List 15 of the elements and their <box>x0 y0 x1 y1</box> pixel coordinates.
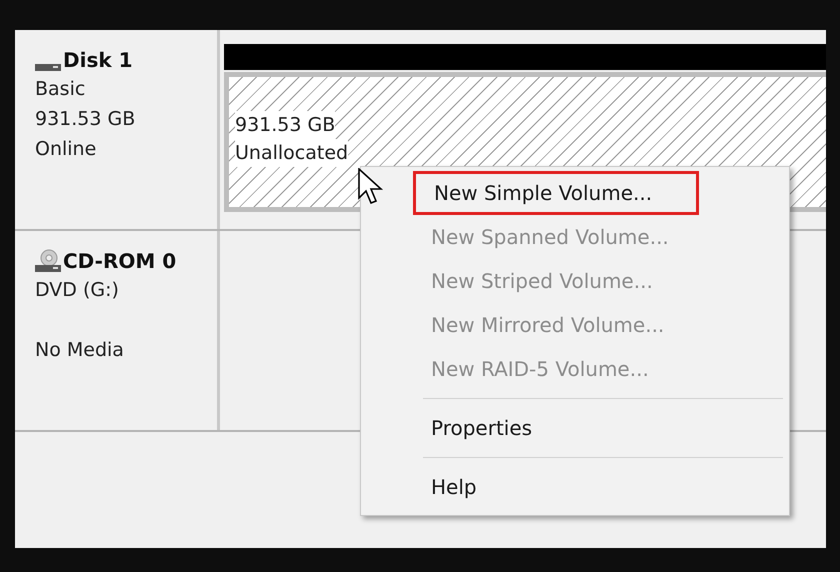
optical-drive-icon <box>35 249 61 273</box>
disk-name: Disk 1 <box>63 48 133 72</box>
disk-type: DVD (G:) <box>35 278 120 303</box>
partition-size: 931.53 GB <box>235 111 336 139</box>
menu-item[interactable]: Properties <box>413 406 699 450</box>
menu-item[interactable]: New Simple Volume... <box>413 171 699 215</box>
disk-status: Online <box>35 137 98 162</box>
disk-name: CD-ROM 0 <box>63 249 176 273</box>
disk-status: No Media <box>35 338 125 363</box>
drive-icon <box>35 62 61 72</box>
menu-item[interactable]: Help <box>413 465 699 509</box>
mouse-pointer-icon <box>358 168 384 206</box>
disk-type: Basic <box>35 77 86 102</box>
partition-status: Unallocated <box>235 139 348 167</box>
disk-capacity: 931.53 GB <box>35 107 136 132</box>
